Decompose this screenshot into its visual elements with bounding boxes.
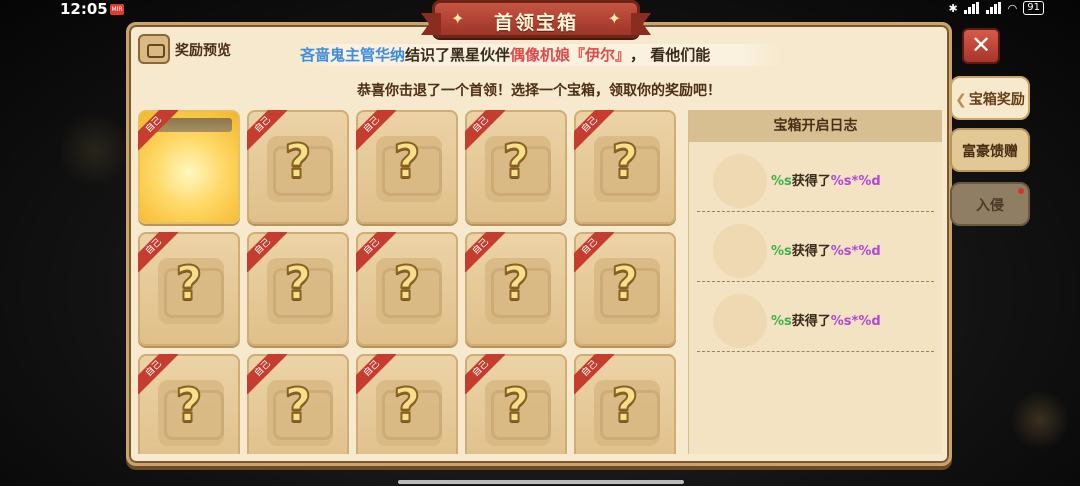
chest-card[interactable]: ? 自己 — [247, 232, 349, 346]
self-tag: 自己 — [356, 110, 396, 150]
chest-card[interactable]: ? 自己 — [356, 354, 458, 454]
tab-rich-gift[interactable]: 富豪馈赠 — [950, 128, 1030, 172]
marquee-verb: 结识了黑星伙伴 — [405, 46, 511, 64]
chest-card[interactable]: ? 自己 — [574, 354, 676, 454]
log-entry-text: %s获得了%s*%d — [771, 170, 881, 189]
self-tag-label: 自己 — [356, 354, 396, 394]
self-tag: 自己 — [356, 232, 396, 272]
signal-icon-2 — [985, 2, 1002, 14]
chest-card[interactable]: ? 自己 — [574, 110, 676, 224]
wifi-icon: ◠ — [1007, 1, 1018, 15]
log-entry: %s获得了%s*%d — [697, 142, 934, 212]
self-tag-label: 自己 — [138, 354, 178, 394]
self-tag: 自己 — [356, 354, 396, 394]
log-item: %s*%d — [830, 314, 881, 329]
self-tag-label: 自己 — [138, 110, 178, 150]
log-player: %s — [771, 174, 792, 189]
log-title: 宝箱开启日志 — [689, 110, 942, 142]
marquee-partner: 偶像机娘『伊尔』 — [510, 46, 631, 64]
battery-icon: 91 — [1023, 1, 1044, 15]
self-tag: 自己 — [138, 110, 178, 150]
chest-card[interactable]: ? 自己 — [138, 354, 240, 454]
chest-card[interactable]: ? 自己 — [247, 354, 349, 454]
chest-card-opened[interactable]: 自己 — [138, 110, 240, 224]
self-tag-label: 自己 — [465, 232, 505, 272]
log-item: %s*%d — [830, 244, 881, 259]
chest-card[interactable]: ? 自己 — [465, 232, 567, 346]
self-tag: 自己 — [465, 354, 505, 394]
self-tag: 自己 — [138, 354, 178, 394]
tab-chest-reward-label: 宝箱奖励 — [968, 92, 1025, 108]
status-time: 12:05 — [60, 0, 108, 18]
marquee-player: 吝啬鬼主管华纳 — [300, 46, 406, 64]
log-verb: 获得了 — [791, 314, 831, 329]
self-tag-label: 自己 — [247, 354, 287, 394]
chest-open-log: 宝箱开启日志 %s获得了%s*%d %s获得了%s*%d %s获得了%s*%d — [688, 110, 942, 454]
bluetooth-icon: ✱ — [948, 1, 958, 15]
self-tag-label: 自己 — [356, 232, 396, 272]
title-banner: ✦ 首领宝箱 ✦ — [421, 0, 651, 38]
self-tag: 自己 — [465, 232, 505, 272]
app-notification-icon: MIR — [110, 4, 124, 15]
tab-chest-reward[interactable]: ❮ 宝箱奖励 — [950, 76, 1030, 120]
avatar — [713, 224, 767, 278]
avatar — [713, 154, 767, 208]
self-tag: 自己 — [247, 110, 287, 150]
avatar — [713, 294, 767, 348]
self-tag-label: 自己 — [574, 354, 614, 394]
sparkle-icon: ✦ — [607, 9, 621, 28]
self-tag: 自己 — [247, 354, 287, 394]
chest-card[interactable]: ? 自己 — [356, 110, 458, 224]
log-entry-text: %s获得了%s*%d — [771, 240, 881, 259]
log-entry: %s获得了%s*%d — [697, 212, 934, 282]
instruction-text: 恭喜你击退了一个首领！选择一个宝箱，领取你的奖励吧！ — [357, 83, 721, 99]
background-decor — [60, 110, 130, 190]
log-entry: %s获得了%s*%d — [697, 282, 934, 352]
system-icons: ✱ ◠ 91 — [948, 1, 1044, 15]
chest-card[interactable]: ? 自己 — [465, 354, 567, 454]
chest-card[interactable]: ? 自己 — [247, 110, 349, 224]
chevron-left-icon: ❮ — [955, 92, 967, 108]
log-verb: 获得了 — [791, 174, 831, 189]
marquee-tail: ， 看他们能 — [630, 46, 711, 64]
self-tag: 自己 — [574, 232, 614, 272]
home-indicator[interactable] — [398, 480, 684, 484]
tab-invasion-label: 入侵 — [976, 198, 1004, 214]
self-tag-label: 自己 — [574, 232, 614, 272]
self-tag-label: 自己 — [247, 232, 287, 272]
log-entry-text: %s获得了%s*%d — [771, 310, 881, 329]
self-tag-label: 自己 — [465, 354, 505, 394]
log-player: %s — [771, 314, 792, 329]
self-tag: 自己 — [574, 110, 614, 150]
self-tag: 自己 — [247, 232, 287, 272]
log-verb: 获得了 — [791, 244, 831, 259]
chest-card[interactable]: ? 自己 — [356, 232, 458, 346]
self-tag-label: 自己 — [574, 110, 614, 150]
chest-grid: 自己 ? 自己 ? 自己 ? 自己 ? 自己 ? 自己 ? 自己 ? 自己 ? 自己 ? 自己 ?… — [138, 110, 678, 454]
self-tag: 自己 — [138, 232, 178, 272]
signal-icon — [963, 2, 980, 14]
reward-preview-icon[interactable] — [138, 34, 170, 64]
tab-invasion[interactable]: 入侵 — [950, 182, 1030, 226]
self-tag-label: 自己 — [247, 110, 287, 150]
self-tag: 自己 — [574, 354, 614, 394]
self-tag-label: 自己 — [138, 232, 178, 272]
self-tag-label: 自己 — [465, 110, 505, 150]
close-button[interactable]: ✕ — [962, 28, 1000, 64]
notification-dot — [1018, 188, 1024, 194]
chest-card[interactable]: ? 自己 — [574, 232, 676, 346]
chest-card[interactable]: ? 自己 — [465, 110, 567, 224]
log-item: %s*%d — [830, 174, 881, 189]
tab-rich-gift-label: 富豪馈赠 — [962, 144, 1018, 160]
chest-card[interactable]: ? 自己 — [138, 232, 240, 346]
announcement-marquee: 吝啬鬼主管华纳结识了黑星伙伴偶像机娘『伊尔』， 看他们能 — [300, 44, 782, 66]
self-tag: 自己 — [465, 110, 505, 150]
reward-preview-button[interactable]: 奖励预览 — [175, 40, 231, 60]
background-decor-right — [1010, 390, 1070, 450]
log-player: %s — [771, 244, 792, 259]
self-tag-label: 自己 — [356, 110, 396, 150]
